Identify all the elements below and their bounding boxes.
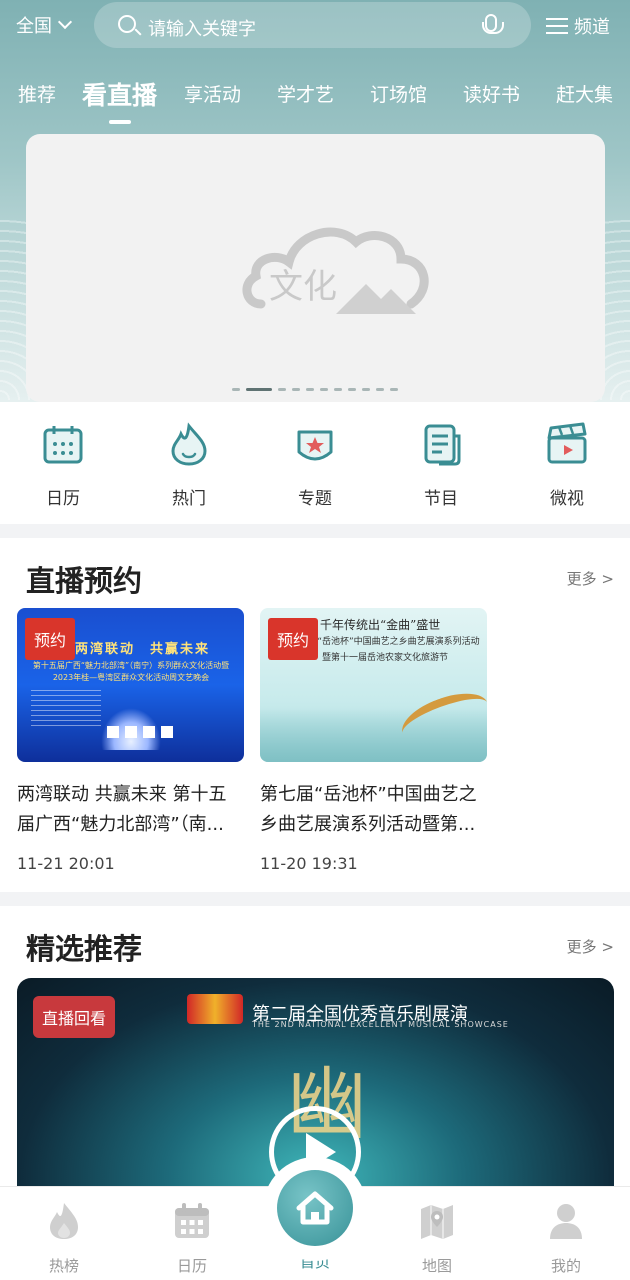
section-title: 直播预约 <box>26 564 143 598</box>
document-icon <box>424 424 461 466</box>
home-button[interactable] <box>277 1170 353 1246</box>
tab-arts[interactable]: 学才艺 <box>277 80 334 107</box>
clapperboard-icon <box>547 422 587 464</box>
nav-label: 我的 <box>550 1257 581 1275</box>
search-bar[interactable]: 请输入关键字 <box>94 2 531 48</box>
qr-code-icon <box>125 726 137 738</box>
tab-market[interactable]: 赶大集 <box>556 80 613 107</box>
nav-calendar[interactable]: 日历 <box>152 1201 232 1276</box>
microphone-icon[interactable] <box>482 14 504 34</box>
pager-dot <box>320 388 328 391</box>
cloud-logo-icon: 文化 <box>242 227 429 314</box>
active-tab-indicator <box>109 120 131 124</box>
quick-link-label: 热门 <box>172 489 206 509</box>
quick-link-calendar[interactable]: 日历 <box>18 422 108 509</box>
card-thumbnail: 千年传统出“金曲”盛世 第七届“岳池杯”中国曲艺之乡曲艺展演系列活动 暨第十一届… <box>260 608 487 762</box>
card-title: 两湾联动 共赢未来 第十五届广西“魅力北部湾”（南... <box>17 784 227 835</box>
pager-dot <box>292 388 300 391</box>
nav-map[interactable]: 地图 <box>397 1201 477 1276</box>
card-thumbnail: 两湾联动 共赢未来 第十五届广西“魅力北部湾”（南宁）系列群众文化活动暨2023… <box>17 608 244 762</box>
featured-section: 精选推荐 更多 > 第二届全国优秀音乐剧展演 THE 2ND NATIONAL … <box>0 906 630 1198</box>
pager-dot <box>362 388 370 391</box>
calendar-icon <box>43 426 83 464</box>
region-selector[interactable]: 全国 <box>16 12 73 38</box>
card-time: 11-21 20:01 <box>17 854 115 873</box>
flame-icon <box>50 1203 78 1239</box>
poster-text-block <box>31 690 101 730</box>
nav-label: 热榜 <box>48 1257 79 1275</box>
more-link[interactable]: 更多 > <box>567 568 614 589</box>
quick-links: 日历 热门 专题 节目 微视 <box>0 402 630 524</box>
poster-calligraphy: 千年传统出“金曲”盛世 <box>320 618 441 632</box>
calendar-icon <box>175 1203 209 1238</box>
poster-subtitle: THE 2ND NATIONAL EXCELLENT MUSICAL SHOWC… <box>252 1020 509 1029</box>
tab-live[interactable]: 看直播 <box>82 76 157 112</box>
poster-subtitle: 第十五届广西“魅力北部湾”（南宁）系列群众文化活动暨2023年桂—粤湾区群众文化… <box>32 661 230 682</box>
qr-code-icon <box>107 726 119 738</box>
home-icon <box>296 1191 334 1225</box>
replay-tag: 直播回看 <box>33 996 116 1038</box>
nav-hot-list[interactable]: 热榜 <box>24 1201 104 1276</box>
chevron-down-icon <box>57 14 73 30</box>
nav-profile[interactable]: 我的 <box>526 1201 606 1276</box>
pager-dot <box>246 388 272 391</box>
pager-dot <box>376 388 384 391</box>
quick-link-hot[interactable]: 热门 <box>144 422 234 509</box>
quick-link-label: 微视 <box>550 489 584 509</box>
pager-dot <box>390 388 398 391</box>
top-bar: 全国 请输入关键字 频道 <box>0 0 630 50</box>
pager-dot <box>334 388 342 391</box>
channel-button[interactable]: 频道 <box>546 13 610 39</box>
search-placeholder: 请输入关键字 <box>148 19 256 40</box>
category-tabs: 推荐 看直播 享活动 学才艺 订场馆 读好书 赶大集 <box>0 70 630 126</box>
live-booking-section: 直播预约 更多 > 两湾联动 共赢未来 第十五届广西“魅力北部湾”（南宁）系列群… <box>0 538 630 892</box>
badge-star-icon <box>297 430 333 461</box>
user-icon <box>550 1204 582 1239</box>
live-card[interactable]: 千年传统出“金曲”盛世 第七届“岳池杯”中国曲艺之乡曲艺展演系列活动 暨第十一届… <box>260 608 487 873</box>
flame-icon <box>171 422 207 466</box>
nav-label: 地图 <box>421 1257 452 1275</box>
section-title: 精选推荐 <box>26 932 143 966</box>
region-label: 全国 <box>16 16 52 37</box>
nav-label: 日历 <box>176 1257 207 1275</box>
quick-link-label: 日历 <box>46 489 80 509</box>
quick-link-programs[interactable]: 节目 <box>396 422 486 509</box>
quick-link-label: 专题 <box>298 489 332 509</box>
qr-code-icon <box>143 726 155 738</box>
banner-carousel[interactable]: 文化 <box>26 134 605 402</box>
banner-pager <box>0 388 630 391</box>
card-time: 11-20 19:31 <box>260 854 358 873</box>
search-icon <box>118 15 136 33</box>
pager-dot <box>306 388 314 391</box>
pager-dot <box>232 388 240 391</box>
live-card[interactable]: 两湾联动 共赢未来 第十五届广西“魅力北部湾”（南宁）系列群众文化活动暨2023… <box>17 608 244 873</box>
poster-line-1: 第七届“岳池杯”中国曲艺之乡曲艺展演系列活动 <box>290 637 480 647</box>
quick-link-label: 节目 <box>424 489 458 509</box>
tab-recommend[interactable]: 推荐 <box>18 80 56 107</box>
card-title: 第七届“岳池杯”中国曲艺之乡曲艺展演系列活动暨第... <box>260 784 477 835</box>
list-icon <box>546 17 568 35</box>
tab-venues[interactable]: 订场馆 <box>370 80 427 107</box>
tab-books[interactable]: 读好书 <box>463 80 520 107</box>
quick-link-topics[interactable]: 专题 <box>270 422 360 509</box>
qr-code-icon <box>161 726 173 738</box>
map-icon <box>421 1205 453 1239</box>
poster-headline: 两湾联动 共赢未来 <box>75 642 211 657</box>
showcase-logo <box>187 994 243 1024</box>
logo-text: 文化 <box>269 267 337 307</box>
quick-link-shorts[interactable]: 微视 <box>522 422 612 509</box>
tab-activities[interactable]: 享活动 <box>184 80 241 107</box>
poster-line-2: 暨第十一届岳池农家文化旅游节 <box>321 653 448 663</box>
pager-dot <box>278 388 286 391</box>
booking-tag: 预约 <box>25 618 76 660</box>
channel-label: 频道 <box>574 17 610 38</box>
pager-dot <box>348 388 356 391</box>
booking-tag: 预约 <box>268 618 319 660</box>
more-link[interactable]: 更多 > <box>567 936 614 957</box>
